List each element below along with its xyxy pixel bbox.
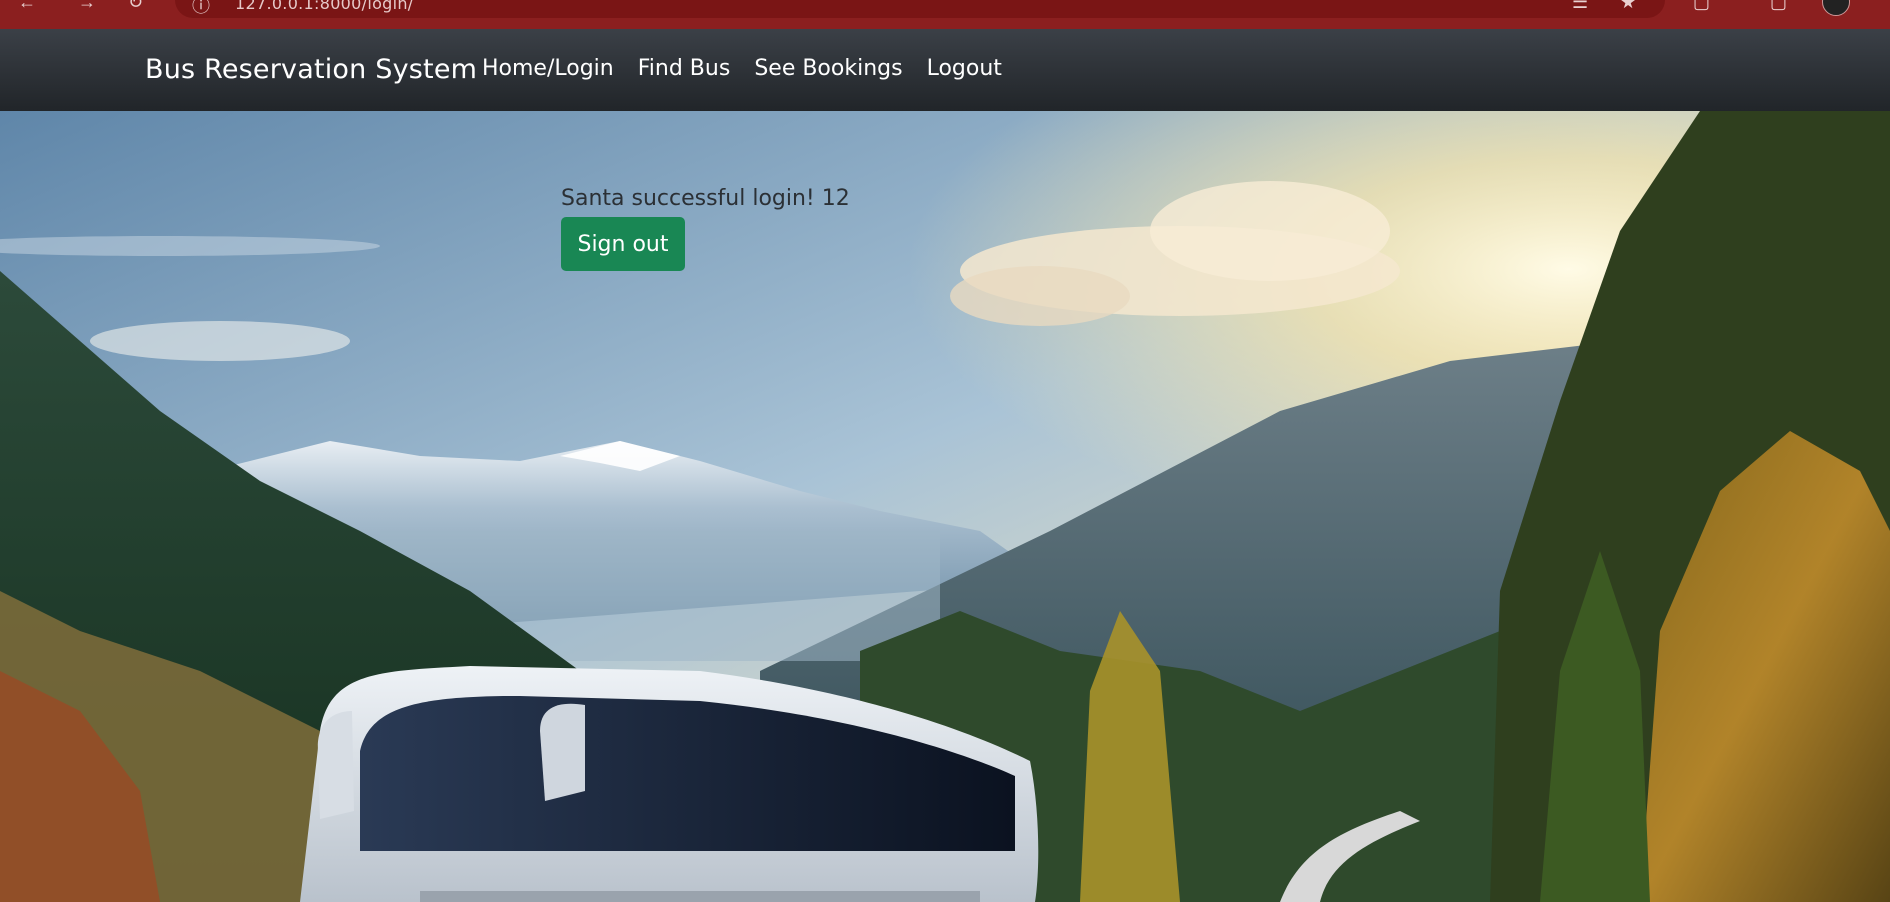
forward-icon[interactable]: → [78,0,96,13]
browser-toolbar: ← → ↻ ⓘ 127.0.0.1:8000/login/ ☰ ★ ▢ ▢ [0,0,1890,29]
bookmark-star-icon[interactable]: ★ [1620,0,1636,13]
sign-out-button[interactable]: Sign out [561,217,685,271]
navbar: Bus Reservation System Home/Login Find B… [0,29,1890,111]
url-text[interactable]: 127.0.0.1:8000/login/ [235,0,414,13]
translate-icon[interactable]: ☰ [1572,0,1588,13]
extensions-icon[interactable]: ▢ [1693,0,1710,13]
hero-background-image [0,111,1890,902]
site-info-icon[interactable]: ⓘ [192,0,210,18]
reload-icon[interactable]: ↻ [128,0,143,13]
nav-link-see-bookings[interactable]: See Bookings [754,56,902,81]
profile-avatar[interactable] [1822,0,1850,16]
page: ← → ↻ ⓘ 127.0.0.1:8000/login/ ☰ ★ ▢ ▢ Bu… [0,0,1890,902]
login-success-message: Santa successful login! 12 [561,186,850,211]
nav-link-home-login[interactable]: Home/Login [482,56,614,81]
nav-links: Home/Login Find Bus See Bookings Logout [482,56,1026,81]
back-icon[interactable]: ← [18,0,36,13]
nav-link-find-bus[interactable]: Find Bus [638,56,731,81]
nav-link-logout[interactable]: Logout [927,56,1002,81]
tab-search-icon[interactable]: ▢ [1770,0,1787,13]
brand-title[interactable]: Bus Reservation System [145,54,477,85]
